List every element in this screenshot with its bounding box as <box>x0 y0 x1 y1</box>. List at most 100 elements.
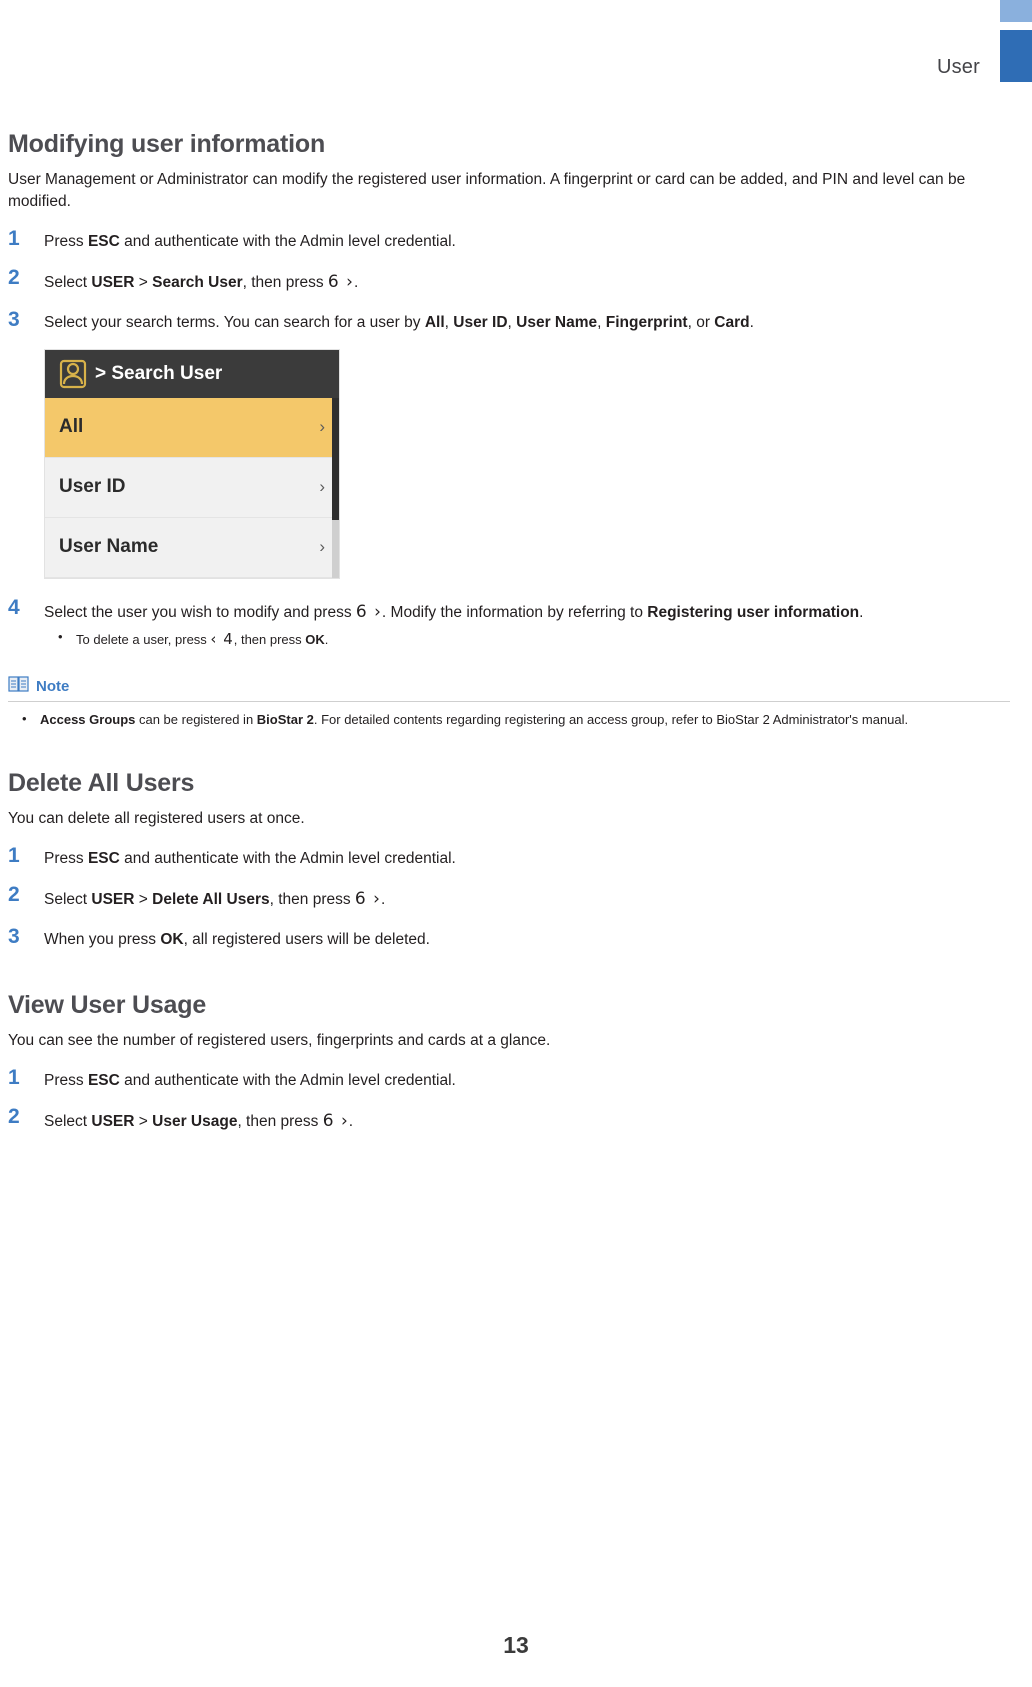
step-text-bold: OK <box>160 930 184 948</box>
device-menu-label: User ID <box>59 476 126 498</box>
section-intro-modifying-user-information: User Management or Administrator can mod… <box>8 171 966 211</box>
step-text-bold: ESC <box>87 849 120 867</box>
step-text: Select USER > Search User, then press 6 … <box>44 267 1010 295</box>
list-item: Access Groups can be registered in BioSt… <box>8 709 1010 730</box>
list-item: To delete a user, press ‹ 4, then press … <box>44 627 1010 651</box>
step-number: 1 <box>8 1065 20 1089</box>
note-book-icon <box>8 675 30 698</box>
step-text-part: , then press <box>242 274 328 292</box>
step-text: Select your search terms. You can search… <box>44 309 1010 334</box>
section-title-modifying-user-information: Modifying user information <box>8 130 326 158</box>
header-accent-bar-light <box>1000 0 1032 22</box>
section-title-delete-all-users: Delete All Users <box>8 769 195 798</box>
step-item: 2 Select USER > Search User, then press … <box>8 267 1010 295</box>
step-text: Press ESC and authenticate with the Admi… <box>44 1067 1010 1092</box>
note-label: Note <box>36 677 70 695</box>
chevron-right-icon: › <box>319 477 325 497</box>
step-item: 2 Select USER > User Usage, then press 6… <box>8 1106 1010 1134</box>
note-list: Access Groups can be registered in BioSt… <box>8 709 1010 730</box>
step-text-bold: ESC <box>87 232 120 250</box>
step-text-part: , <box>597 314 606 332</box>
key-glyph-back: ‹ 4 <box>210 630 234 649</box>
step-item: 3 Select your search terms. You can sear… <box>8 308 1010 334</box>
device-menu-label: All <box>59 416 84 438</box>
page-header: User <box>0 0 1032 104</box>
page-content: Modifying user information User Manageme… <box>0 130 1032 1134</box>
step-text-bold: USER <box>91 274 135 292</box>
step-item: 2 Select USER > Delete All Users, then p… <box>8 884 1010 912</box>
step-text-part: > <box>134 1113 153 1131</box>
step-text-part: . <box>749 314 754 332</box>
key-glyph-enter: 6 › <box>322 1111 349 1132</box>
step-text-part: , all registered users will be deleted. <box>183 930 430 948</box>
device-menu-item-user-name[interactable]: User Name › <box>45 517 339 578</box>
step-text-bold: USER <box>91 1113 135 1131</box>
step-text-part: . Modify the information by referring to <box>381 603 648 621</box>
step-item: 1 Press ESC and authenticate with the Ad… <box>8 843 1010 870</box>
note-header: Note <box>8 675 1010 702</box>
step-text-part: Select <box>44 274 92 292</box>
step-item: 1 Press ESC and authenticate with the Ad… <box>8 1065 1010 1092</box>
device-menu-item-user-id[interactable]: User ID › <box>45 457 339 518</box>
section-title-view-user-usage: View User Usage <box>8 991 207 1020</box>
note-text-part: can be registered in <box>135 711 257 727</box>
step-number: 2 <box>8 1105 20 1129</box>
bullet-text-part: , then press <box>233 632 306 648</box>
step-text-part: , or <box>687 314 715 332</box>
step-text-part: and authenticate with the Admin level cr… <box>119 232 456 250</box>
step-text: Select the user you wish to modify and p… <box>44 597 1010 653</box>
note-box: Note Access Groups can be registered in … <box>8 675 1010 730</box>
step-number: 1 <box>8 843 20 867</box>
step-text-bold: User Usage <box>152 1113 238 1131</box>
note-text-part: . For detailed contents regarding regist… <box>313 711 909 727</box>
step-text-part: . <box>380 891 386 909</box>
step-text-part: and authenticate with the Admin level cr… <box>119 1071 456 1089</box>
step-text-bold: USER <box>91 891 135 909</box>
step-text-part: . <box>353 274 359 292</box>
step-text-part: > <box>134 274 153 292</box>
step-item: 3 When you press OK, all registered user… <box>8 924 1010 951</box>
step-text-bold: All <box>424 314 445 332</box>
step-text-part: Press <box>44 1071 88 1089</box>
step-text-part: . <box>859 603 864 621</box>
key-glyph-enter: 6 › <box>355 601 382 622</box>
step-text-part: , then press <box>237 1113 323 1131</box>
step-text-part: Select your search terms. You can search… <box>44 314 425 332</box>
device-menu-item-all[interactable]: All › <box>45 397 339 458</box>
step-text-part: > <box>134 891 153 909</box>
step-number: 2 <box>8 883 20 907</box>
step-bullet-list: To delete a user, press ‹ 4, then press … <box>44 627 1010 651</box>
step-text-part: . <box>348 1113 354 1131</box>
step-text: Select USER > Delete All Users, then pre… <box>44 884 1010 912</box>
step-number: 1 <box>8 226 20 250</box>
note-text-bold: Access Groups <box>40 711 136 727</box>
step-text-bold: Delete All Users <box>152 891 270 909</box>
step-number: 2 <box>8 266 20 290</box>
step-text-bold: Registering user information <box>647 603 860 621</box>
step-number: 3 <box>8 924 20 948</box>
step-item: 1 Press ESC and authenticate with the Ad… <box>8 226 1010 253</box>
device-scrollbar-thumb[interactable] <box>332 397 339 520</box>
step-text-part: Press <box>44 232 88 250</box>
step-item: 4 Select the user you wish to modify and… <box>8 596 1010 653</box>
bullet-text-bold: OK <box>305 632 325 648</box>
step-text-bold: Fingerprint <box>605 314 688 332</box>
bullet-text-part: . <box>324 632 329 648</box>
header-title: User <box>936 56 980 78</box>
step-text-part: Select <box>44 1113 92 1131</box>
step-text-part: Select <box>44 891 92 909</box>
key-glyph-enter: 6 › <box>327 272 354 293</box>
step-text-bold: User Name <box>516 314 598 332</box>
step-text-bold: Card <box>714 314 750 332</box>
chevron-right-icon: › <box>319 417 325 437</box>
device-menu-label: User Name <box>59 536 159 558</box>
step-text-part: , <box>444 314 454 332</box>
device-screen-title: > Search User <box>95 362 223 384</box>
header-accent-bar-dark <box>1000 30 1032 82</box>
step-text-bold: User ID <box>453 314 508 332</box>
section-intro-delete-all-users: You can delete all registered users at o… <box>8 810 305 828</box>
device-screenshot-search-user: > Search User All › User ID › User Name … <box>44 348 340 579</box>
step-text-part: , <box>507 314 517 332</box>
page-number: 13 <box>503 1632 529 1658</box>
step-text-part: When you press <box>44 930 161 948</box>
